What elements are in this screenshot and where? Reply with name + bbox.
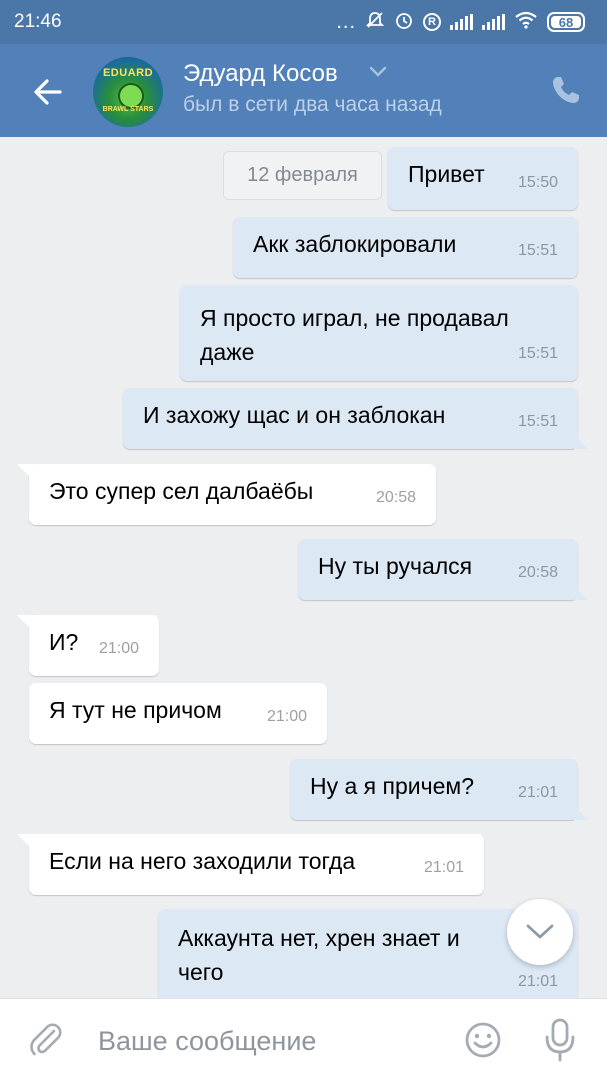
contact-name[interactable]: Эдуард Косов — [183, 60, 338, 88]
chevron-down-icon[interactable] — [369, 66, 387, 78]
message-text: Ну ты ручался — [318, 553, 473, 579]
message-text-line2: чего — [178, 959, 224, 985]
message-text: Я тут не причом — [49, 697, 222, 723]
message-text: И? — [49, 629, 79, 655]
call-button[interactable] — [550, 74, 582, 106]
status-time: 21:46 — [14, 11, 62, 32]
message-time: 21:01 — [423, 859, 464, 876]
more-notifications-icon: ... — [336, 10, 356, 33]
message-outgoing[interactable]: Ну а я причем? 21:01 — [290, 759, 588, 820]
message-time: 15:51 — [517, 413, 558, 430]
status-icons: ... R 68 — [336, 10, 585, 34]
message-incoming[interactable]: И? 21:00 — [17, 615, 159, 676]
message-time: 15:51 — [517, 242, 558, 259]
emoji-button[interactable] — [463, 1020, 503, 1060]
message-composer — [0, 998, 607, 1080]
microphone-icon — [545, 1018, 575, 1062]
emoji-icon — [465, 1022, 501, 1058]
message-text: Если на него заходили тогда — [49, 848, 356, 874]
date-chip: 12 февраля — [223, 151, 382, 200]
chat-header: EDUARD BRAWL STARS Эдуард Косов был в се… — [0, 44, 607, 137]
scroll-down-button[interactable] — [507, 899, 573, 965]
status-bar: 21:46 ... R 68 — [0, 0, 607, 44]
message-text: Привет — [408, 161, 485, 187]
message-incoming[interactable]: Если на него заходили тогда 21:01 — [17, 834, 484, 895]
mute-icon — [365, 10, 385, 34]
message-text: И захожу щас и он заблокан — [143, 402, 446, 428]
message-text-line1: Аккаунта нет, хрен знает и — [178, 925, 460, 951]
paperclip-icon — [30, 1023, 62, 1056]
message-input[interactable] — [96, 1017, 450, 1065]
message-outgoing[interactable]: Я просто играл, не продавал даже 15:51 — [180, 285, 578, 381]
message-list[interactable]: 12 февраля Привет 15:50 Акк заблокировал… — [0, 137, 607, 1005]
phone-icon — [553, 77, 579, 103]
avatar[interactable]: EDUARD BRAWL STARS — [93, 57, 163, 127]
message-text-line2: даже — [200, 339, 255, 365]
avatar-title: EDUARD — [102, 67, 154, 79]
message-incoming[interactable]: Это супер сел далбаёбы 20:58 — [17, 464, 436, 525]
message-outgoing[interactable]: Ну ты ручался 20:58 — [298, 539, 588, 600]
contact-status: был в сети два часа назад — [183, 93, 442, 116]
r-icon: R — [423, 13, 441, 31]
back-arrow-icon — [34, 79, 62, 105]
attach-button[interactable] — [28, 1021, 66, 1059]
message-time: 21:01 — [517, 973, 558, 990]
message-outgoing[interactable]: Привет 15:50 — [388, 147, 578, 210]
signal-icon — [482, 14, 505, 30]
back-button[interactable] — [28, 72, 68, 112]
avatar-subtitle: BRAWL STARS — [102, 106, 154, 113]
message-text-line1: Я просто играл, не продавал — [200, 305, 509, 331]
chevron-down-icon — [526, 924, 554, 939]
signal-icon — [450, 14, 473, 30]
battery-icon: 68 — [547, 12, 585, 32]
message-time: 15:50 — [517, 174, 558, 191]
battery-level: 68 — [558, 14, 574, 30]
message-incoming[interactable]: Я тут не причом 21:00 — [29, 683, 327, 744]
message-text: Ну а я причем? — [310, 773, 474, 799]
wifi-icon — [514, 11, 538, 33]
message-outgoing[interactable]: Акк заблокировали 15:51 — [233, 217, 578, 278]
message-time: 20:58 — [375, 489, 416, 506]
message-time: 20:58 — [517, 564, 558, 581]
voice-message-button[interactable] — [542, 1017, 578, 1063]
message-text: Акк заблокировали — [253, 231, 457, 257]
message-text: Это супер сел далбаёбы — [49, 478, 314, 504]
alarm-icon — [394, 10, 414, 34]
message-outgoing[interactable]: И захожу щас и он заблокан 15:51 — [123, 388, 588, 449]
message-time: 21:01 — [517, 784, 558, 801]
message-time: 15:51 — [517, 345, 558, 362]
message-time: 21:00 — [266, 708, 307, 725]
message-time: 21:00 — [98, 640, 139, 657]
